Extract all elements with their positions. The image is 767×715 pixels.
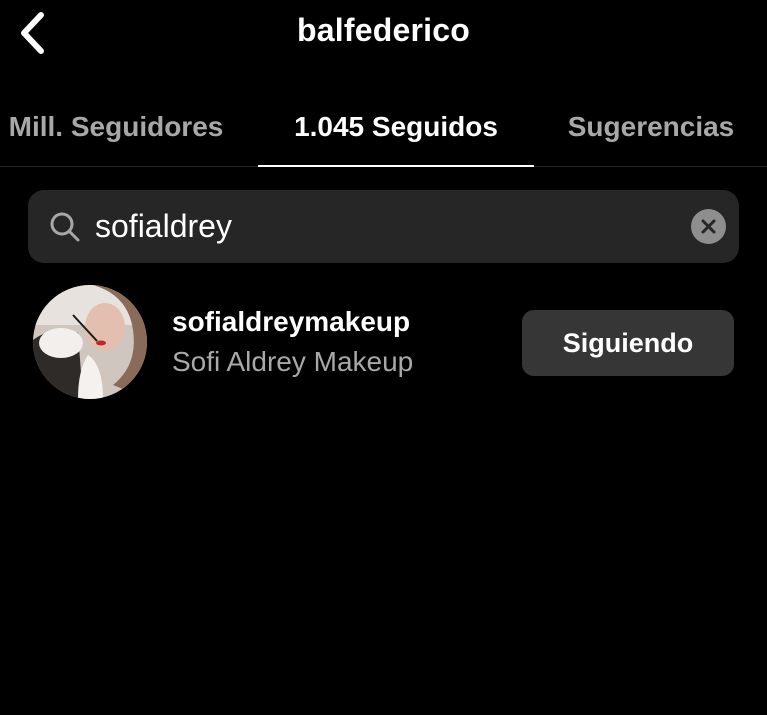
search-input[interactable] — [95, 198, 655, 255]
follow-tabs: Mill. Seguidores 1.045 Seguidos Sugerenc… — [0, 88, 767, 167]
clear-icon — [701, 219, 716, 234]
list-item[interactable]: sofialdreymakeup Sofi Aldrey Makeup Sigu… — [0, 278, 767, 404]
tab-suggestions[interactable]: Sugerencias — [548, 88, 754, 166]
following-button[interactable]: Siguiendo — [522, 310, 734, 376]
avatar[interactable] — [33, 285, 147, 399]
tab-following[interactable]: 1.045 Seguidos — [258, 88, 534, 166]
profile-title: balfederico — [297, 12, 470, 48]
top-bar: balfederico — [0, 0, 767, 66]
result-full-name: Sofi Aldrey Makeup — [172, 346, 414, 377]
search-bar — [28, 190, 739, 263]
profile-photo — [33, 285, 147, 399]
search-icon — [50, 212, 80, 242]
tab-followers[interactable]: Mill. Seguidores — [0, 88, 238, 166]
clear-search-button[interactable] — [691, 209, 726, 244]
result-username[interactable]: sofialdreymakeup — [172, 306, 410, 338]
active-tab-indicator — [258, 165, 534, 167]
